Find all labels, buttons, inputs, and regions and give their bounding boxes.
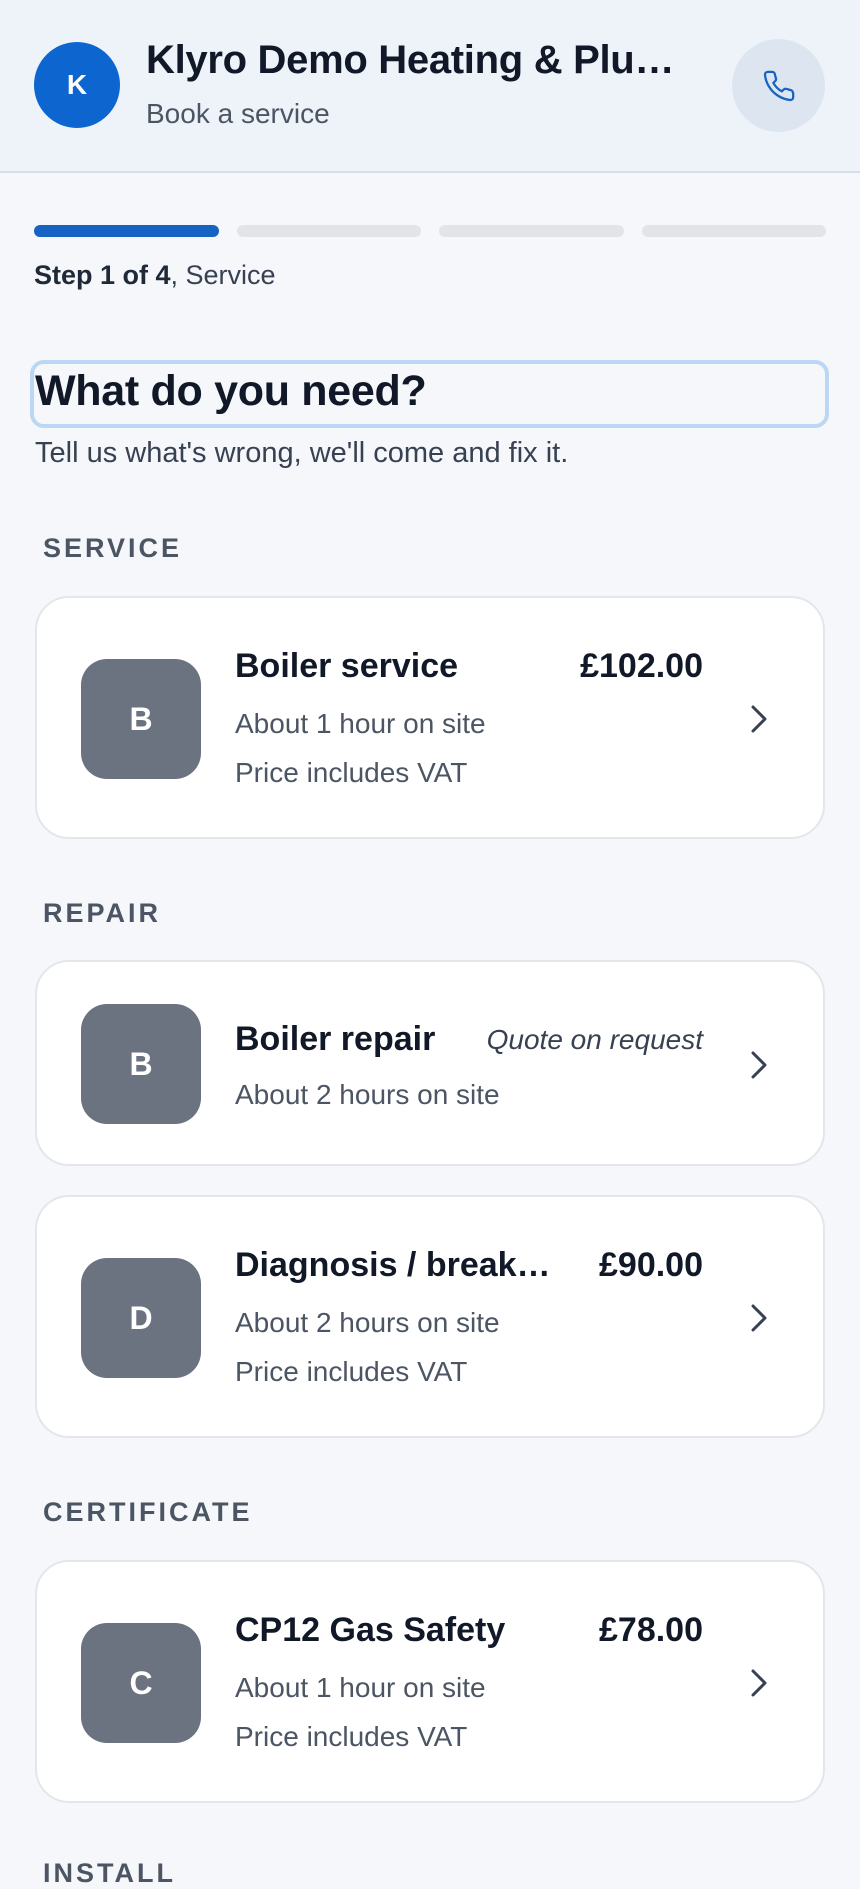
service-vat-note: Price includes VAT xyxy=(235,1356,468,1387)
progress-segment-3 xyxy=(439,225,624,237)
page-title: What do you need? xyxy=(35,367,427,415)
chevron-right-icon xyxy=(747,1666,771,1700)
service-title: Diagnosis / break… xyxy=(235,1246,551,1284)
service-card-boiler-service[interactable]: B Boiler service £102.00 About 1 hour on… xyxy=(35,596,825,839)
service-duration: About 1 hour on site xyxy=(235,1672,486,1703)
service-duration: About 2 hours on site xyxy=(235,1079,500,1110)
business-name: Klyro Demo Heating & Plum… xyxy=(146,38,706,82)
step-count: Step 1 of 4 xyxy=(34,260,171,290)
service-tile: B xyxy=(81,659,201,779)
service-duration: About 2 hours on site xyxy=(235,1307,500,1338)
service-duration: About 1 hour on site xyxy=(235,708,486,739)
service-card-boiler-repair[interactable]: B Boiler repair Quote on request About 2… xyxy=(35,960,825,1166)
call-button[interactable] xyxy=(732,39,825,132)
service-price: £78.00 xyxy=(599,1611,703,1649)
business-avatar: K xyxy=(34,42,120,128)
progress-segment-2 xyxy=(236,225,421,237)
service-vat-note: Price includes VAT xyxy=(235,1721,468,1752)
chevron-right-icon xyxy=(747,702,771,736)
step-name: , Service xyxy=(170,260,276,290)
service-title: CP12 Gas Safety xyxy=(235,1611,506,1649)
progress-segment-4 xyxy=(641,225,826,237)
service-title: Boiler service xyxy=(235,647,459,685)
service-tile: D xyxy=(81,1258,201,1378)
service-tile: B xyxy=(81,1004,201,1124)
service-tile: C xyxy=(81,1623,201,1743)
progress-segment-1 xyxy=(34,225,219,237)
service-price: £102.00 xyxy=(580,647,703,685)
service-title: Boiler repair xyxy=(235,1020,436,1058)
service-price: Quote on request xyxy=(486,1024,703,1055)
section-label-install: INSTALL xyxy=(43,1858,176,1888)
header-subtitle: Book a service xyxy=(146,98,330,129)
step-progress-bar xyxy=(34,225,826,237)
section-label-repair: REPAIR xyxy=(43,898,162,928)
app-header: K Klyro Demo Heating & Plum… Book a serv… xyxy=(0,0,860,173)
service-price: £90.00 xyxy=(599,1246,703,1284)
chevron-right-icon xyxy=(747,1301,771,1335)
phone-icon xyxy=(763,70,794,101)
chevron-right-icon xyxy=(747,1048,771,1082)
section-label-certificate: CERTIFICATE xyxy=(43,1497,253,1527)
service-card-cp12-gas-safety[interactable]: C CP12 Gas Safety £78.00 About 1 hour on… xyxy=(35,1560,825,1803)
page-subtitle: Tell us what's wrong, we'll come and fix… xyxy=(35,437,569,469)
step-indicator: Step 1 of 4, Service xyxy=(34,260,276,291)
service-vat-note: Price includes VAT xyxy=(235,757,468,788)
service-card-diagnosis[interactable]: D Diagnosis / break… £90.00 About 2 hour… xyxy=(35,1195,825,1438)
section-label-service: SERVICE xyxy=(43,533,183,563)
